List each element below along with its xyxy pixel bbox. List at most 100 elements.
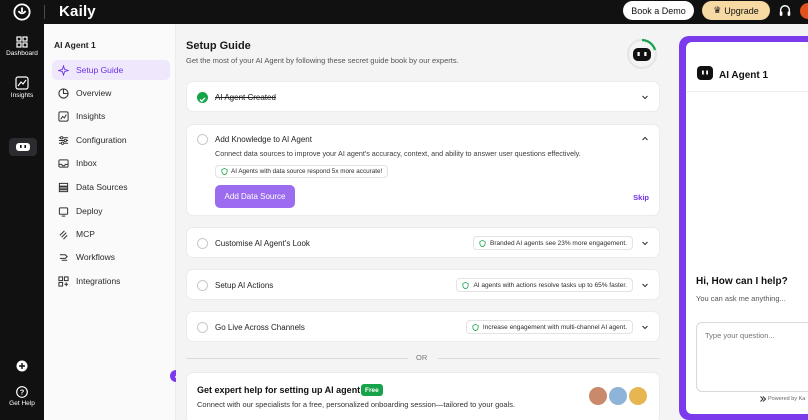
sidebar-item-label: Data Sources [76, 182, 128, 192]
sidebar-item-label: MCP [76, 229, 95, 239]
chevron-down-icon[interactable] [641, 323, 649, 331]
agent-sidebar: AI Agent 1 Setup Guide Overview Insights… [44, 24, 176, 420]
crown-icon: ♛ [713, 5, 722, 15]
dashboard-icon [16, 36, 28, 48]
expert-help-card[interactable]: Get expert help for setting up AI agent … [186, 372, 660, 420]
sidebar-item-integrations[interactable]: Integrations [52, 271, 170, 291]
step-label: Setup AI Actions [215, 281, 274, 290]
step-go-live[interactable]: Go Live Across Channels Increase engagem… [186, 311, 660, 342]
step-label: AI Agent Created [215, 93, 276, 102]
upgrade-button[interactable]: ♛ Upgrade [702, 1, 770, 20]
left-rail: Dashboard Insights ? Get Help [0, 24, 44, 420]
or-text: OR [416, 353, 428, 362]
chat-question-input[interactable] [696, 322, 808, 392]
chat-greeting-subtitle: You can ask me anything... [696, 294, 786, 303]
engagement-badge: Branded AI agents see 23% more engagemen… [473, 236, 633, 250]
sidebar-item-label: Workflows [76, 252, 116, 262]
sidebar-item-overview[interactable]: Overview [52, 83, 170, 103]
sidebar-item-inbox[interactable]: Inbox [52, 153, 170, 173]
rail-dashboard[interactable]: Dashboard [0, 36, 44, 57]
skip-link[interactable]: Skip [633, 193, 649, 202]
sidebar-item-insights[interactable]: Insights [52, 106, 170, 126]
robot-icon [697, 66, 713, 80]
upgrade-label: Upgrade [724, 5, 759, 16]
sidebar-item-label: Overview [76, 88, 112, 98]
page-subtitle: Get the most of your AI Agent by followi… [186, 56, 459, 65]
headset-icon[interactable] [778, 4, 792, 18]
chat-greeting: Hi, How can I help? [696, 276, 788, 287]
grid-plus-icon [58, 275, 69, 287]
sidebar-item-label: Setup Guide [76, 65, 124, 75]
rail-insights-label: Insights [10, 92, 34, 99]
database-icon [58, 182, 69, 192]
badge-text: Increase engagement with multi-channel A… [482, 323, 627, 331]
step-add-knowledge: Add Knowledge to AI Agent Connect data s… [186, 124, 660, 216]
sidebar-item-setup-guide[interactable]: Setup Guide [52, 60, 170, 80]
brand-divider [44, 5, 45, 19]
chevron-down-icon[interactable] [641, 93, 649, 101]
step-label: Customise AI Agent's Look [215, 239, 310, 248]
sidebar-item-mcp[interactable]: MCP [52, 224, 170, 244]
plus-circle-icon [16, 360, 28, 372]
sidebar-item-deploy[interactable]: Deploy [52, 201, 170, 221]
or-divider: OR [186, 352, 660, 364]
inbox-icon [58, 158, 69, 168]
rail-add[interactable] [0, 360, 44, 374]
rail-insights[interactable]: Insights [0, 76, 44, 99]
rail-dashboard-label: Dashboard [6, 50, 38, 57]
sidebar-item-label: Inbox [76, 158, 97, 168]
sparkle-icon [58, 64, 69, 76]
pie-icon [58, 87, 69, 99]
powered-by-text: Powered by Ka [768, 396, 806, 402]
step-label: Go Live Across Channels [215, 323, 305, 332]
tip-text: AI Agents with data source respond 5x mo… [231, 168, 383, 175]
badge-text: Branded AI agents see 23% more engagemen… [490, 239, 627, 247]
step-setup-actions[interactable]: Setup AI Actions AI agents with actions … [186, 269, 660, 300]
step-status-circle [197, 280, 208, 291]
mcp-icon [59, 229, 68, 239]
sidebar-item-configuration[interactable]: Configuration [52, 130, 170, 150]
chevron-up-icon[interactable] [641, 135, 649, 143]
shield-check-icon [472, 323, 479, 331]
specialist-avatar [627, 385, 649, 407]
rail-ai-agent[interactable] [9, 138, 37, 156]
chart-icon [58, 110, 69, 122]
step-description: Connect data sources to improve your AI … [215, 149, 581, 158]
help-icon: ? [16, 386, 28, 398]
page-title: Setup Guide [186, 40, 251, 52]
sliders-icon [58, 135, 69, 145]
chevron-down-icon[interactable] [641, 239, 649, 247]
channel-badge: Increase engagement with multi-channel A… [465, 320, 633, 334]
sidebar-item-label: Integrations [76, 276, 121, 286]
sidebar-item-label: Deploy [76, 206, 103, 216]
chat-preview-header: AI Agent 1 [686, 42, 808, 92]
add-data-source-button[interactable]: Add Data Source [215, 185, 295, 208]
speed-badge: AI agents with actions resolve tasks up … [456, 278, 633, 292]
sidebar-item-label: Insights [76, 111, 106, 121]
rail-get-help[interactable]: ? Get Help [0, 386, 44, 407]
book-demo-button[interactable]: Book a Demo [623, 1, 694, 20]
rail-get-help-label: Get Help [9, 400, 35, 407]
kaily-small-logo-icon [760, 396, 766, 402]
chevron-down-icon[interactable] [641, 281, 649, 289]
divider-line [438, 358, 660, 359]
step-label[interactable]: Add Knowledge to AI Agent [215, 135, 312, 144]
sidebar-item-data-sources[interactable]: Data Sources [52, 177, 170, 197]
sidebar-item-workflows[interactable]: Workflows [52, 247, 170, 267]
divider-line [186, 358, 408, 359]
expert-subtitle: Connect with our specialists for a free,… [197, 400, 516, 409]
step-status-circle [197, 322, 208, 333]
specialist-avatar [607, 385, 629, 407]
kaily-logo-icon[interactable] [13, 3, 31, 21]
shield-check-icon [479, 239, 486, 247]
insights-icon [15, 76, 29, 90]
step-customise-look[interactable]: Customise AI Agent's Look Branded AI age… [186, 227, 660, 258]
user-avatar[interactable] [800, 3, 808, 19]
top-bar: Kaily Book a Demo ♛ Upgrade [0, 0, 808, 24]
step-agent-created[interactable]: AI Agent Created [186, 81, 660, 112]
free-badge: Free [361, 384, 383, 396]
shield-check-icon [462, 281, 469, 289]
shield-check-icon [221, 168, 228, 175]
expert-title: Get expert help for setting up AI agent [197, 385, 361, 395]
powered-by: Powered by Ka [760, 396, 805, 402]
